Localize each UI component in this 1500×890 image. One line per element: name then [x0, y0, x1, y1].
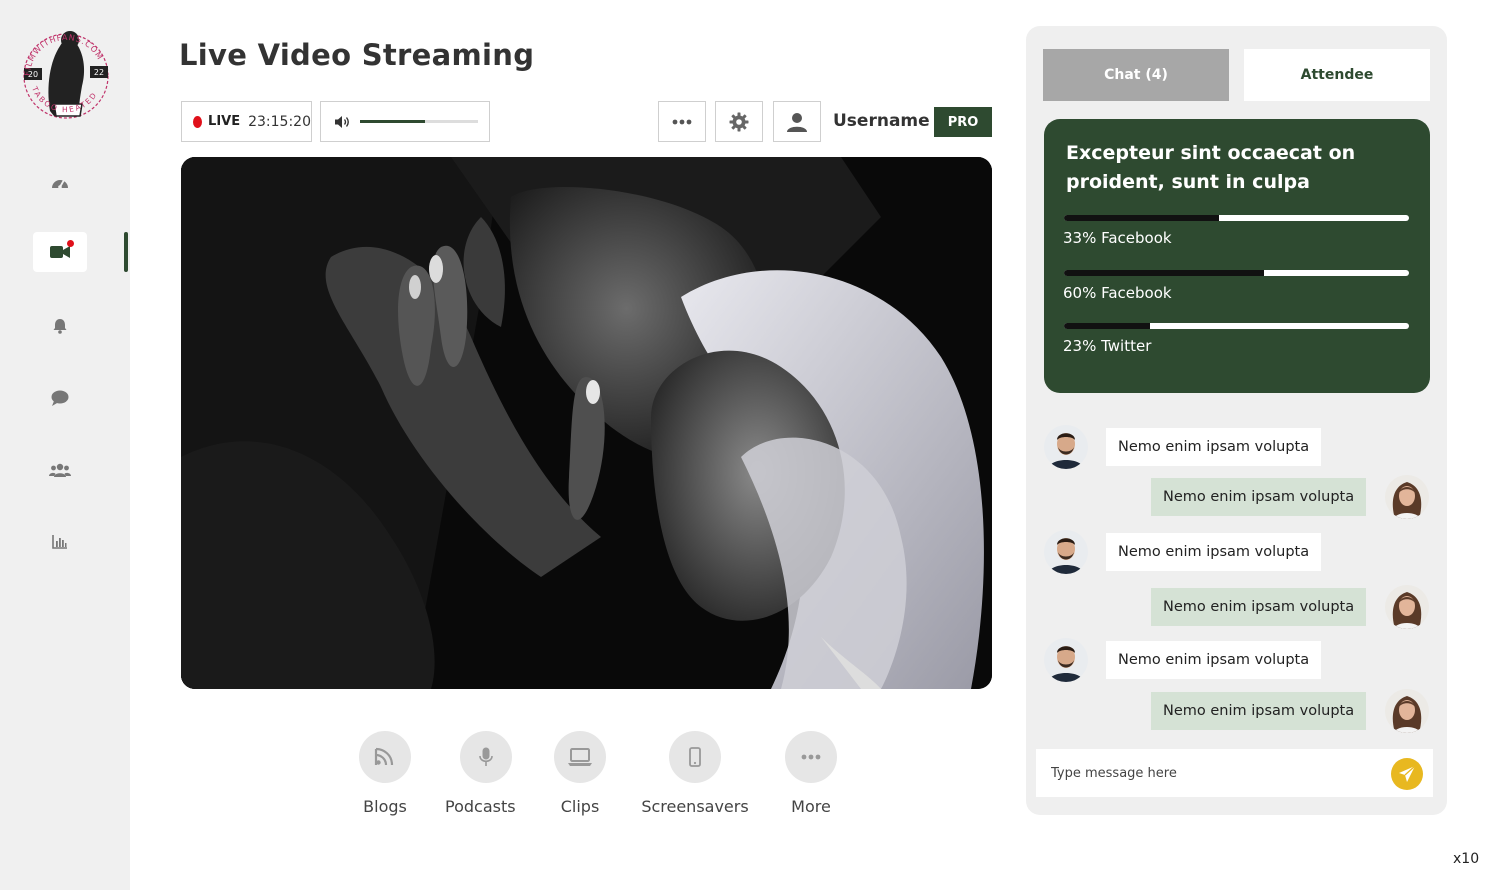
poll-option-label: 33% Facebook	[1063, 229, 1172, 247]
poll-question: Excepteur sint occaecat on proident, sun…	[1066, 142, 1356, 193]
chat-message-incoming: Nemo enim ipsam volupta	[1106, 641, 1322, 679]
action-blogs[interactable]: Blogs	[359, 731, 411, 816]
action-label: Blogs	[363, 797, 407, 816]
live-indicator-dot	[193, 115, 203, 128]
brand-logo[interactable]: 20 22 FILMWITHFANS.COM TABOO HEATED	[20, 16, 112, 136]
sidebar-item-notifications[interactable]	[33, 306, 87, 346]
action-label: More	[791, 797, 831, 816]
tab-attendee[interactable]: Attendee	[1244, 49, 1430, 101]
poll-bar	[1064, 323, 1409, 329]
pro-badge: PRO	[934, 107, 992, 137]
poll-bar	[1064, 270, 1409, 276]
dashboard-icon	[52, 179, 68, 189]
send-button[interactable]	[1391, 758, 1423, 790]
more-options-button[interactable]	[658, 101, 706, 142]
gear-icon	[729, 112, 749, 131]
action-label: Clips	[560, 797, 600, 816]
phone-icon	[689, 747, 701, 767]
chat-message-incoming: Nemo enim ipsam volupta	[1106, 533, 1322, 571]
poll-option-label: 23% Twitter	[1063, 337, 1152, 355]
bar-chart-icon	[52, 535, 67, 549]
sidebar-item-messages[interactable]	[33, 378, 87, 418]
page-title: Live Video Streaming	[179, 38, 535, 72]
active-indicator	[124, 232, 128, 272]
male-avatar-image	[1044, 638, 1088, 682]
poll-bar	[1064, 215, 1409, 221]
chat-message-incoming: Nemo enim ipsam volupta	[1106, 428, 1322, 466]
podcasts-button[interactable]	[460, 731, 513, 783]
action-label: Screensavers	[641, 797, 749, 816]
chat-bubble-icon	[51, 390, 69, 406]
live-status: LIVE 23:15:20	[181, 101, 312, 142]
blogs-button[interactable]	[359, 731, 411, 783]
poll-bar-fill	[1064, 270, 1265, 276]
avatar-female[interactable]	[1385, 689, 1429, 733]
chat-message-outgoing: Nemo enim ipsam volupta	[1151, 588, 1367, 626]
live-label: LIVE	[208, 114, 241, 129]
poll-option-label: 60% Facebook	[1063, 284, 1172, 302]
bell-icon	[53, 319, 67, 334]
poll-bar-fill	[1064, 323, 1151, 329]
tab-chat[interactable]: Chat (4)	[1043, 49, 1229, 101]
speaker-icon[interactable]	[334, 115, 352, 129]
male-avatar-image	[1044, 425, 1088, 469]
ellipsis-icon	[801, 754, 821, 760]
video-player[interactable]	[181, 157, 992, 689]
volume-slider[interactable]	[360, 120, 478, 123]
volume-slider-fill	[360, 120, 425, 123]
sidebar-item-users[interactable]	[33, 450, 87, 490]
microphone-icon	[479, 747, 494, 766]
female-avatar-image	[1385, 475, 1429, 519]
paper-plane-icon	[1399, 765, 1416, 782]
action-more[interactable]: More	[785, 731, 837, 816]
sidebar-item-live-video[interactable]	[33, 232, 87, 272]
live-timer: 23:15:20	[248, 113, 311, 130]
more-button[interactable]	[785, 731, 837, 783]
chat-message-outgoing: Nemo enim ipsam volupta	[1151, 692, 1367, 730]
avatar-female[interactable]	[1385, 475, 1429, 519]
ellipsis-icon	[672, 119, 692, 124]
action-podcasts[interactable]: Podcasts	[445, 731, 516, 816]
logo-year-right: 22	[94, 68, 104, 77]
sidebar: 20 22 FILMWITHFANS.COM TABOO HEATED	[0, 0, 130, 890]
message-input[interactable]	[1036, 749, 1386, 797]
video-camera-icon	[50, 246, 70, 258]
message-composer	[1036, 749, 1433, 797]
zoom-level: x10	[1453, 851, 1480, 867]
female-avatar-image	[1385, 689, 1429, 733]
settings-button[interactable]	[715, 101, 763, 142]
sidebar-item-analytics[interactable]	[33, 522, 87, 562]
avatar-male[interactable]	[1044, 530, 1088, 574]
clips-button[interactable]	[554, 731, 606, 783]
users-icon	[49, 463, 71, 477]
sidebar-item-dashboard[interactable]	[33, 162, 87, 202]
avatar-male[interactable]	[1044, 425, 1088, 469]
user-icon	[787, 112, 807, 132]
laptop-icon	[568, 748, 592, 766]
chat-panel: Chat (4) Attendee Excepteur sint occaeca…	[1026, 26, 1447, 815]
action-screensavers[interactable]: Screensavers	[639, 731, 751, 816]
volume-control[interactable]	[320, 101, 490, 142]
screensavers-button[interactable]	[669, 731, 721, 783]
action-label: Podcasts	[445, 797, 516, 816]
avatar-female[interactable]	[1385, 585, 1429, 629]
female-avatar-image	[1385, 585, 1429, 629]
profile-button[interactable]	[773, 101, 821, 142]
action-clips[interactable]: Clips	[554, 731, 606, 816]
poll-bar-fill	[1064, 215, 1220, 221]
blog-icon	[374, 747, 394, 766]
chat-message-outgoing: Nemo enim ipsam volupta	[1151, 478, 1367, 516]
avatar-male[interactable]	[1044, 638, 1088, 682]
poll-card: Excepteur sint occaecat on proident, sun…	[1044, 119, 1430, 393]
male-avatar-image	[1044, 530, 1088, 574]
video-frame-image	[181, 157, 992, 689]
notification-dot	[67, 240, 74, 247]
username[interactable]: Username	[833, 111, 930, 131]
